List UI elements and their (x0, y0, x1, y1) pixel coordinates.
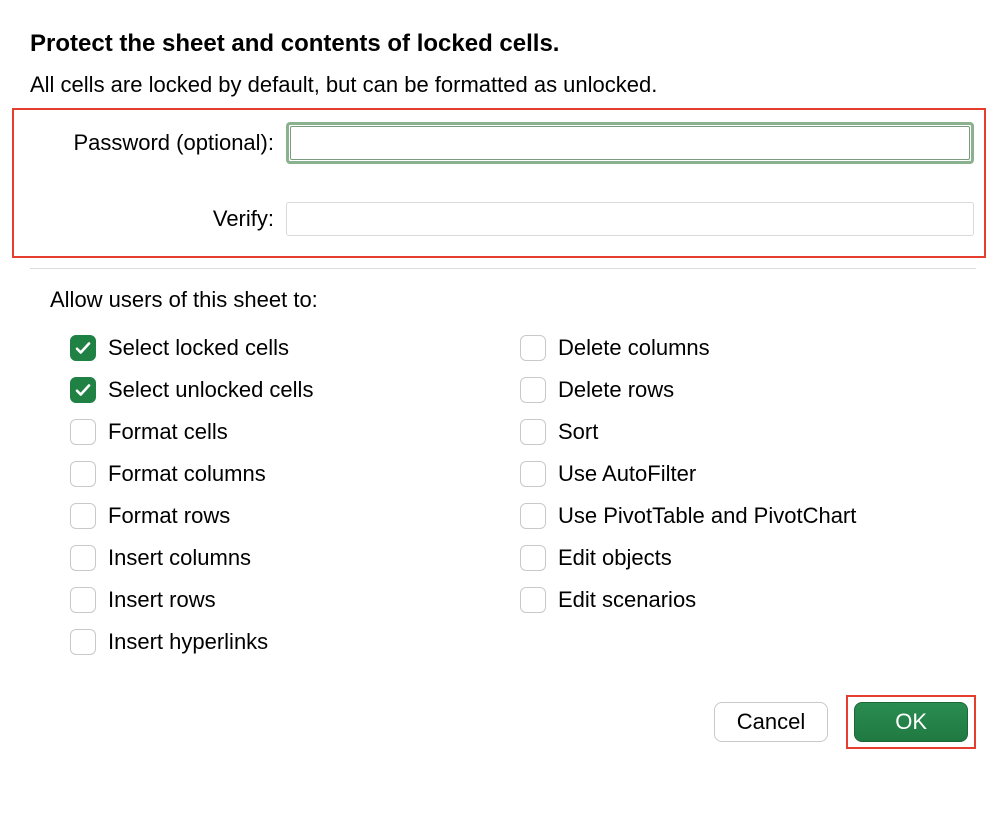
permission-row[interactable]: Edit scenarios (520, 587, 970, 613)
checkbox-unchecked-icon[interactable] (520, 335, 546, 361)
button-row: Cancel OK (30, 695, 976, 749)
ok-button[interactable]: OK (854, 702, 968, 742)
permissions-left-column: Select locked cells Select unlocked cells… (70, 335, 520, 671)
permission-row[interactable]: Select unlocked cells (70, 377, 520, 403)
permission-label: Insert hyperlinks (108, 629, 268, 655)
permission-label: Sort (558, 419, 598, 445)
password-input-focus-ring (286, 122, 974, 164)
permission-label: Format rows (108, 503, 230, 529)
permission-row[interactable]: Insert hyperlinks (70, 629, 520, 655)
permissions-columns: Select locked cells Select unlocked cells… (70, 335, 976, 671)
permission-row[interactable]: Insert rows (70, 587, 520, 613)
password-section-highlight: Password (optional): Verify: (12, 108, 986, 258)
permission-label: Format columns (108, 461, 266, 487)
permission-label: Insert rows (108, 587, 216, 613)
checkbox-unchecked-icon[interactable] (520, 419, 546, 445)
checkbox-unchecked-icon[interactable] (520, 503, 546, 529)
permission-label: Delete rows (558, 377, 674, 403)
divider (30, 268, 976, 269)
permission-label: Select unlocked cells (108, 377, 313, 403)
permission-row[interactable]: Format cells (70, 419, 520, 445)
permission-label: Edit objects (558, 545, 672, 571)
permission-row[interactable]: Edit objects (520, 545, 970, 571)
permission-row[interactable]: Format rows (70, 503, 520, 529)
cancel-button[interactable]: Cancel (714, 702, 828, 742)
allow-users-label: Allow users of this sheet to: (50, 287, 976, 313)
password-input[interactable] (290, 126, 970, 160)
checkbox-unchecked-icon[interactable] (70, 503, 96, 529)
checkbox-unchecked-icon[interactable] (520, 587, 546, 613)
ok-button-highlight: OK (846, 695, 976, 749)
permissions-right-column: Delete columns Delete rows Sort Use AutoFil… (520, 335, 970, 671)
dialog-title: Protect the sheet and contents of locked… (30, 30, 976, 58)
password-label: Password (optional): (24, 130, 286, 156)
checkbox-unchecked-icon[interactable] (70, 587, 96, 613)
dialog-subtitle: All cells are locked by default, but can… (30, 72, 976, 98)
password-row: Password (optional): (24, 122, 974, 164)
permission-row[interactable]: Use PivotTable and PivotChart (520, 503, 970, 529)
verify-row: Verify: (24, 202, 974, 236)
permission-label: Insert columns (108, 545, 251, 571)
permission-row[interactable]: Sort (520, 419, 970, 445)
checkbox-unchecked-icon[interactable] (70, 461, 96, 487)
permission-label: Use AutoFilter (558, 461, 696, 487)
permission-label: Use PivotTable and PivotChart (558, 503, 856, 529)
checkbox-checked-icon[interactable] (70, 335, 96, 361)
verify-label: Verify: (24, 206, 286, 232)
permission-label: Format cells (108, 419, 228, 445)
permission-label: Delete columns (558, 335, 710, 361)
permission-row[interactable]: Format columns (70, 461, 520, 487)
checkbox-unchecked-icon[interactable] (520, 377, 546, 403)
checkbox-unchecked-icon[interactable] (70, 419, 96, 445)
checkbox-unchecked-icon[interactable] (520, 461, 546, 487)
permission-row[interactable]: Delete columns (520, 335, 970, 361)
permission-row[interactable]: Select locked cells (70, 335, 520, 361)
permission-row[interactable]: Use AutoFilter (520, 461, 970, 487)
permission-row[interactable]: Insert columns (70, 545, 520, 571)
permission-label: Select locked cells (108, 335, 289, 361)
permission-label: Edit scenarios (558, 587, 696, 613)
verify-input[interactable] (286, 202, 974, 236)
checkbox-unchecked-icon[interactable] (70, 545, 96, 571)
checkbox-checked-icon[interactable] (70, 377, 96, 403)
checkbox-unchecked-icon[interactable] (520, 545, 546, 571)
checkbox-unchecked-icon[interactable] (70, 629, 96, 655)
permission-row[interactable]: Delete rows (520, 377, 970, 403)
